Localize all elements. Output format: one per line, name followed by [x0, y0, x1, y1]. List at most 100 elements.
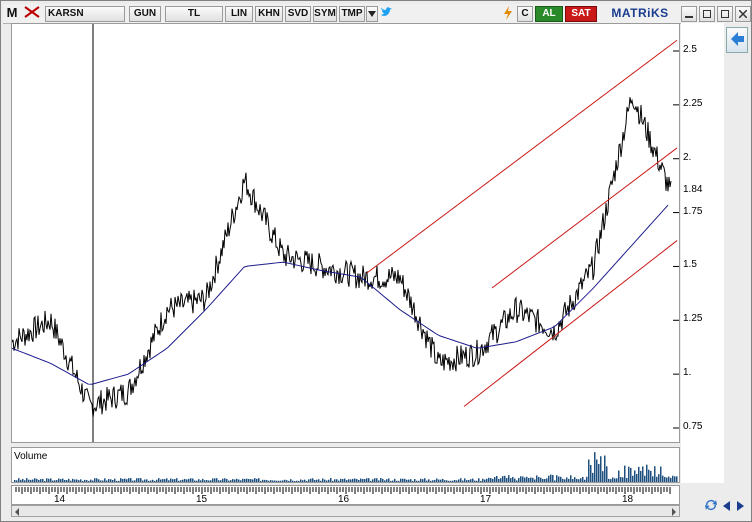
volume-bar	[30, 479, 32, 482]
close-button[interactable]	[735, 6, 751, 22]
volume-bar	[524, 477, 526, 482]
volume-bar	[458, 479, 460, 482]
volume-bar	[232, 479, 234, 482]
volume-bar	[644, 475, 646, 482]
volume-bar	[164, 479, 166, 482]
volume-bar	[398, 480, 400, 482]
volume-bar	[406, 479, 408, 482]
period-button[interactable]: GUN	[129, 6, 161, 22]
volume-bar	[624, 465, 626, 482]
sell-button[interactable]: SAT	[565, 6, 597, 22]
year-label-14: 14	[54, 494, 66, 505]
twitter-icon[interactable]	[379, 6, 393, 22]
volume-bar	[108, 479, 110, 482]
volume-bar	[434, 479, 436, 482]
volume-bar	[260, 480, 262, 482]
volume-bar	[118, 480, 120, 482]
volume-bar	[110, 479, 112, 482]
chevron-down-icon[interactable]	[366, 6, 378, 22]
volume-bar	[520, 476, 522, 482]
volume-bar	[42, 478, 44, 482]
volume-bar	[86, 480, 88, 482]
volume-bar	[364, 479, 366, 482]
maximize-button[interactable]	[717, 6, 733, 22]
volume-bar	[424, 478, 426, 482]
volume-bar	[16, 480, 18, 482]
volume-bar	[368, 478, 370, 482]
volume-bar	[80, 479, 82, 482]
crossed-icon[interactable]	[21, 6, 43, 22]
year-label-17: 17	[480, 494, 492, 505]
restore-button[interactable]	[699, 6, 715, 22]
lightning-icon[interactable]	[501, 6, 515, 22]
volume-bar	[648, 469, 650, 482]
scale-button[interactable]: LIN	[225, 6, 253, 22]
buy-button[interactable]: AL	[535, 6, 563, 22]
volume-bar	[312, 478, 314, 482]
year-label-15: 15	[196, 494, 208, 505]
currency-button[interactable]: TL	[165, 6, 223, 22]
volume-bar	[154, 480, 156, 482]
volume-bar	[490, 478, 492, 482]
volume-bar	[540, 477, 542, 482]
minimize-button[interactable]	[681, 6, 697, 22]
scroll-right-icon[interactable]	[670, 507, 678, 516]
refresh-icon[interactable]	[703, 497, 719, 513]
symbol-field[interactable]: KARSN	[45, 6, 125, 22]
volume-bar	[384, 480, 386, 482]
volume-bar	[594, 452, 596, 482]
back-arrow-icon[interactable]	[726, 27, 748, 53]
volume-bar	[528, 477, 530, 482]
volume-bar	[304, 479, 306, 482]
price-plot[interactable]	[11, 23, 680, 443]
volume-bar	[228, 480, 230, 482]
volume-chart	[14, 452, 678, 482]
volume-bar	[114, 478, 116, 482]
nav-left-icon[interactable]	[722, 501, 732, 511]
volume-bar	[410, 479, 412, 482]
volume-bar	[664, 476, 666, 482]
volume-bar	[266, 480, 268, 482]
tmp-button[interactable]: TMP	[339, 6, 365, 22]
volume-bar	[580, 478, 582, 482]
sym-button[interactable]: SYM	[313, 6, 337, 22]
price-chart	[11, 24, 679, 442]
volume-bar	[462, 480, 464, 482]
volume-bar	[152, 479, 154, 482]
volume-bar	[248, 478, 250, 482]
volume-bar	[480, 480, 482, 482]
volume-bar	[64, 479, 66, 482]
c-button[interactable]: C	[517, 6, 533, 22]
volume-bar	[634, 470, 636, 482]
volume-bar	[320, 480, 322, 482]
volume-bar	[238, 479, 240, 482]
volume-bar	[22, 479, 24, 482]
volume-bar	[240, 480, 242, 482]
right-panel	[724, 23, 750, 443]
volume-bar	[302, 480, 304, 482]
volume-bar	[414, 479, 416, 482]
svd-button[interactable]: SVD	[285, 6, 311, 22]
volume-bar	[208, 480, 210, 482]
volume-bar	[344, 478, 346, 482]
volume-bar	[404, 478, 406, 482]
khn-button[interactable]: KHN	[255, 6, 283, 22]
volume-bar	[270, 480, 272, 482]
volume-bar	[388, 478, 390, 482]
nav-right-icon[interactable]	[735, 501, 745, 511]
m-button[interactable]: M	[5, 6, 19, 22]
scroll-left-icon[interactable]	[13, 507, 21, 516]
brand-logo: MATRiKS	[611, 6, 669, 20]
volume-bar	[90, 479, 92, 482]
volume-bar	[224, 478, 226, 482]
volume-bar	[640, 470, 642, 482]
horizontal-scrollbar[interactable]	[11, 505, 680, 517]
volume-bar	[330, 478, 332, 482]
volume-bar	[564, 479, 566, 482]
volume-bar	[68, 478, 70, 482]
volume-bar	[454, 480, 456, 482]
volume-bar	[512, 476, 514, 482]
price-tick-label: 0.75	[683, 421, 703, 432]
volume-bar	[144, 479, 146, 482]
volume-bar	[18, 478, 20, 482]
